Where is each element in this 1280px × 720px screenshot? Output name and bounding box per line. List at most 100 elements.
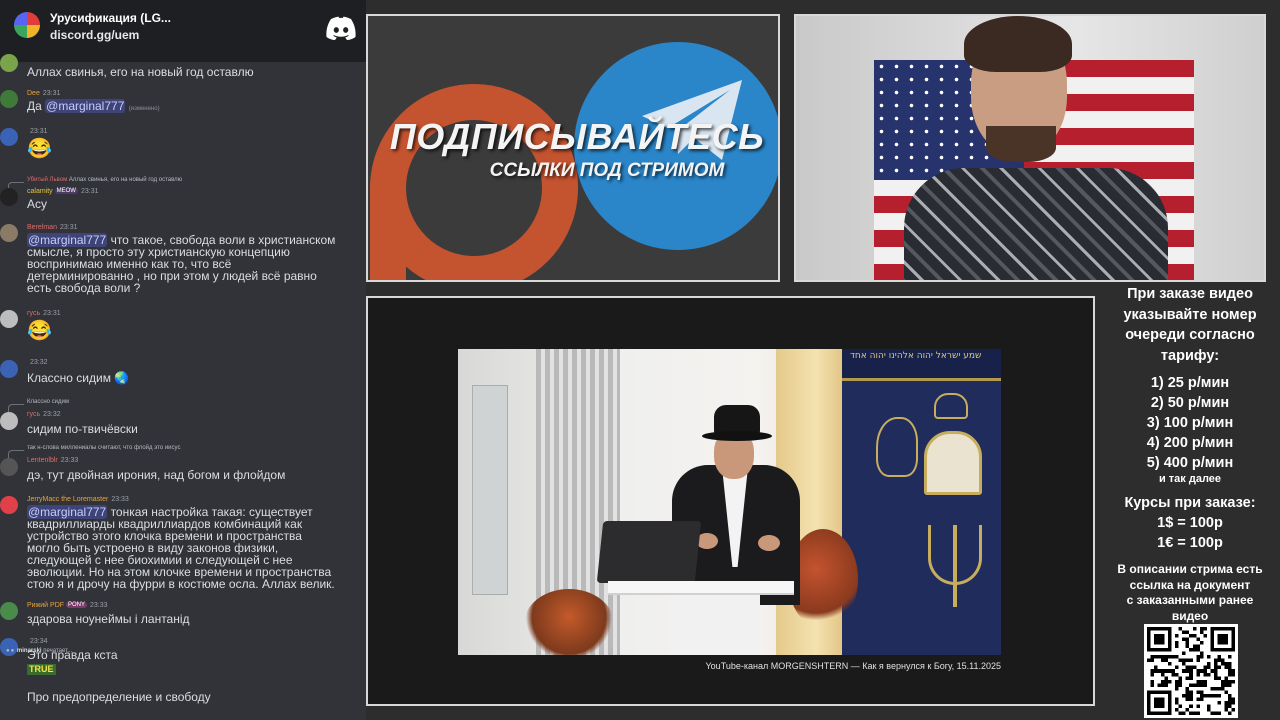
tariff-item: 4) 200 р/мин <box>1146 435 1234 451</box>
reply-connector <box>8 404 24 412</box>
order-info-line: При заказе видео <box>1127 286 1253 302</box>
server-icon <box>14 12 40 38</box>
avatar <box>0 310 18 328</box>
user-mention[interactable]: @marginal777 <box>45 99 126 113</box>
username: Berelman 23:31 <box>27 224 78 231</box>
reply-connector <box>8 450 24 458</box>
username: 23:34 <box>30 638 48 645</box>
torah-ark-curtain <box>842 349 1001 655</box>
promo-banner: ПОДПИСЫВАЙТЕСЬ ССЫЛКИ ПОД СТРИМОМ <box>366 14 780 282</box>
podium-stand <box>670 595 760 655</box>
tariff-item: 2) 50 р/мин <box>1150 395 1230 411</box>
avatar <box>0 412 18 430</box>
message: Dee 23:31 Да @marginal777 (изменено) <box>0 88 366 116</box>
server-name: Урусификация (LG... <box>50 11 171 25</box>
username: Dee 23:31 <box>27 90 61 97</box>
username: гусь 23:31 <box>27 310 61 317</box>
username: Lentenlblr 23:33 <box>27 457 79 464</box>
message: 23:32 Классно сидим 🌏 <box>0 358 366 388</box>
streamer-beard <box>986 126 1056 162</box>
message: Berelman 23:31 @marginal777 что такое, св… <box>0 222 366 302</box>
tariff-more: и так далее <box>1158 473 1222 485</box>
laptop <box>596 521 702 583</box>
streamer-shirt <box>904 168 1168 280</box>
message: Убитый Львом Аллах свинья, его на новый … <box>0 176 366 214</box>
video-content: שמע ישראל יהוה אלהינו יהוה אחד <box>458 349 1001 655</box>
tariff-item: 5) 400 р/мин <box>1146 455 1234 471</box>
video-caption: YouTube-канал MORGENSHTERN — Как я верну… <box>705 661 1002 671</box>
typing-indicator: ●● minarski печатает... <box>6 648 73 654</box>
tariff-list: 1) 25 р/мин 2) 50 р/мин 3) 100 р/мин 4) … <box>1100 373 1280 485</box>
message-text: Да @marginal777 (изменено) <box>27 99 160 113</box>
webcam-feed <box>794 14 1266 282</box>
server-invite-link[interactable]: discord.gg/uem <box>50 28 139 42</box>
video-player[interactable]: שמע ישראל יהוה אלהינו יהוה אחד YouTube-к… <box>366 296 1095 706</box>
streamer-hair <box>964 16 1072 72</box>
reply-preview[interactable]: Классно сидим <box>27 399 69 405</box>
reply-preview[interactable]: так н-слова миллениалы считают, что флой… <box>27 445 180 451</box>
message: гусь 23:31 😂 <box>0 308 366 348</box>
message: 23:34 Это правда кста TRUE Про предопред… <box>0 636 366 706</box>
order-info-line: указывайте номер <box>1123 306 1257 323</box>
username: calamity MEOW 23:31 <box>27 188 99 195</box>
message-text: Классно сидим 🌏 <box>27 371 130 385</box>
order-info-panel: При заказе видео указывайте номер очеред… <box>1100 284 1280 624</box>
message-text: стою я и дрочу на фурри в костюме осла. … <box>27 577 335 591</box>
username: 23:32 <box>30 359 48 366</box>
crown-emblem <box>934 393 968 419</box>
podium-top <box>608 581 794 595</box>
avatar <box>0 458 18 476</box>
earth-emoji-icon: 🌏 <box>114 371 130 385</box>
avatar <box>0 54 18 72</box>
avatar <box>0 90 18 108</box>
description-note: В описании стрима есть ссылка на докумен… <box>1117 562 1263 623</box>
chat-overlay: Урусификация (LG... discord.gg/uem Аллах… <box>0 0 366 720</box>
message: 23:31 😂 <box>0 126 366 166</box>
flower-arrangement-left <box>524 589 614 655</box>
avatar <box>0 128 18 146</box>
tablets-emblem <box>924 431 982 495</box>
avatar <box>0 224 18 242</box>
speaker-hand-right <box>758 535 780 551</box>
server-header: Урусификация (LG... discord.gg/uem <box>0 0 366 62</box>
video-door <box>472 385 508 595</box>
tariff-item: 1) 25 р/мин <box>1150 375 1230 391</box>
promo-title: ПОДПИСЫВАЙТЕСЬ <box>389 116 765 157</box>
message-text: Асу <box>27 197 48 211</box>
message-text: Аллах свинья, его на новый год оставлю <box>27 65 254 79</box>
discord-icon <box>326 16 356 40</box>
username: JerryMacc the Loremaster 23:33 <box>27 496 129 503</box>
avatar <box>0 602 18 620</box>
message-text: здарова ноунеймы і лантанід <box>27 612 190 626</box>
message: Аллах свинья, его на новый год оставлю <box>0 54 366 80</box>
menorah-stem <box>953 525 957 607</box>
avatar <box>0 188 18 206</box>
order-info-line: очереди согласно <box>1125 327 1255 343</box>
rate-item: 1€ = 100р <box>1157 535 1223 551</box>
tariff-item: 3) 100 р/мин <box>1146 415 1234 431</box>
true-sticker: TRUE <box>27 664 56 675</box>
message: JerryMacc the Loremaster 23:33 @marginal7… <box>0 494 366 594</box>
hebrew-inscription: שמע ישראל יהוה אלהינו יהוה אחד <box>850 351 982 361</box>
laughing-emoji-icon: 😂 <box>27 138 52 160</box>
message-text: есть свобода воли ? <box>27 281 141 295</box>
promo-subtitle: ССЫЛКИ ПОД СТРИМОМ <box>489 160 725 181</box>
laughing-emoji-icon: 😂 <box>27 320 52 342</box>
rates-header: Курсы при заказе: <box>1124 495 1256 511</box>
lion-emblem <box>876 417 918 477</box>
message-text: Про предопределение и свободу <box>27 690 211 704</box>
patreon-logo-stem <box>370 186 406 280</box>
message: Рижий PDF PONY 23:33 здарова ноунеймы і л… <box>0 600 366 630</box>
order-info-line: тарифу: <box>1160 347 1220 364</box>
message: Классно сидим гусь 23:32 сидим по-твичёвс… <box>0 398 366 438</box>
username: Рижий PDF PONY 23:33 <box>27 602 108 609</box>
username: гусь 23:32 <box>27 411 61 418</box>
username: 23:31 <box>30 128 48 135</box>
avatar <box>0 360 18 378</box>
message-text: дэ, тут двойная ирония, над богом и флой… <box>27 468 286 482</box>
reply-preview[interactable]: Убитый Львом Аллах свинья, его на новый … <box>27 177 182 183</box>
qr-code-icon <box>1147 627 1235 715</box>
qr-code[interactable] <box>1144 624 1238 718</box>
speaker-hat-brim <box>702 431 772 441</box>
message-list: Аллах свинья, его на новый год оставлю D… <box>0 54 366 706</box>
